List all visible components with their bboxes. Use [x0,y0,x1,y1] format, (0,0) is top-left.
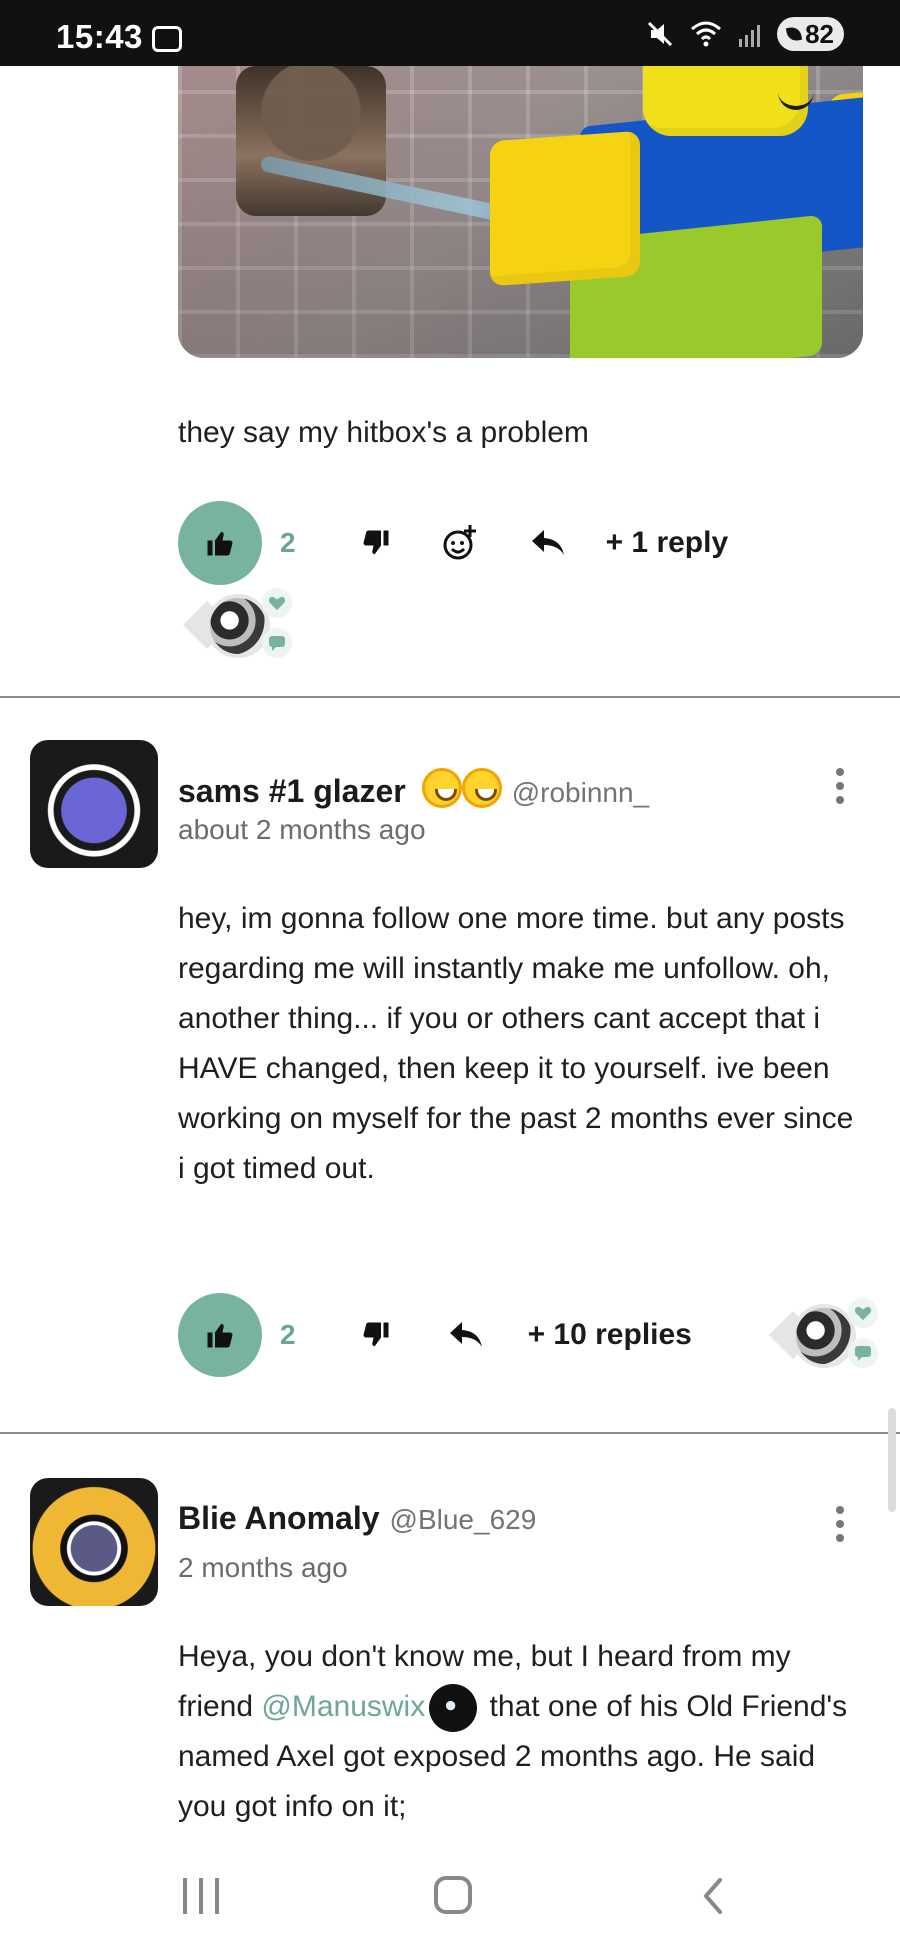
avatar[interactable] [30,740,158,868]
like-button[interactable] [178,501,262,585]
power-saving-icon [785,25,803,43]
author-handle[interactable]: @Blue_629 [390,1504,537,1536]
comment-text: hey, im gonna follow one more time. but … [178,902,854,1185]
thumbs-down-icon [363,1322,389,1347]
screenshot-icon [152,26,182,52]
system-nav-bar [0,1858,900,1950]
reply-icon [531,530,564,555]
back-button[interactable] [694,1876,734,1916]
reply-avatar-cluster[interactable] [768,1298,878,1368]
battery-icon: 82 [777,17,844,51]
post-actions: 2 + 1 reply [178,498,858,588]
view-replies-link[interactable]: + 1 reply [606,526,729,560]
author-name[interactable]: sams #1 glazer [178,773,406,810]
comment-timestamp: about 2 months ago [178,814,426,845]
replier-avatar [206,594,270,658]
scrollbar[interactable] [888,1408,896,1512]
status-time: 15:43 [56,18,143,55]
divider [0,1432,900,1434]
mention-link[interactable]: @Manuswix [261,1690,425,1723]
thumbs-up-icon [207,531,233,556]
mute-icon [648,21,673,47]
like-count: 2 [280,1319,296,1350]
battery-level: 82 [805,18,834,49]
post-caption: they say my hitbox's a problem [178,416,589,449]
mention-avatar-icon[interactable] [429,1684,478,1733]
more-options-icon[interactable] [834,768,846,804]
avatar-figure [236,66,386,216]
comment-author-line: sams #1 glazer @robinnn_ [178,762,649,810]
author-handle[interactable]: @robinnn_ [512,777,649,809]
heart-icon [262,588,292,618]
status-icons: 82 [645,16,844,52]
like-button[interactable] [178,1293,262,1377]
author-name[interactable]: Blie Anomaly [178,1500,380,1537]
thumbs-up-icon [207,1323,233,1348]
signal-icon [739,25,761,47]
thumbs-down-icon [363,530,389,555]
add-reaction-button[interactable] [438,521,482,565]
comment-text: Heya, you don't know me, but I heard fro… [178,1632,868,1832]
like-count: 2 [280,527,296,558]
comment-timestamp: 2 months ago [178,1552,348,1583]
divider [0,696,900,698]
reply-avatar-cluster[interactable] [182,588,292,658]
home-button[interactable] [434,1876,472,1914]
heart-icon [848,1298,878,1328]
more-options-icon[interactable] [834,1506,846,1542]
comment-author-line: Blie Anomaly @Blue_629 [178,1500,536,1537]
add-emoji-icon [443,525,476,560]
dislike-button[interactable] [354,521,398,565]
reply-button[interactable] [526,521,570,565]
recent-apps-button[interactable] [183,1878,219,1914]
wifi-icon [691,21,722,47]
comment-bubble-icon [262,628,292,658]
dislike-button[interactable] [354,1313,398,1357]
grin-emoji-icon [416,762,502,808]
reply-icon [449,1322,482,1347]
reply-button[interactable] [444,1313,488,1357]
status-bar: 15:43 82 [0,0,900,66]
post-image[interactable] [178,66,863,358]
replier-avatar [792,1304,856,1368]
avatar[interactable] [30,1478,158,1606]
view-replies-link[interactable]: + 10 replies [528,1318,692,1352]
comment-bubble-icon [848,1338,878,1368]
